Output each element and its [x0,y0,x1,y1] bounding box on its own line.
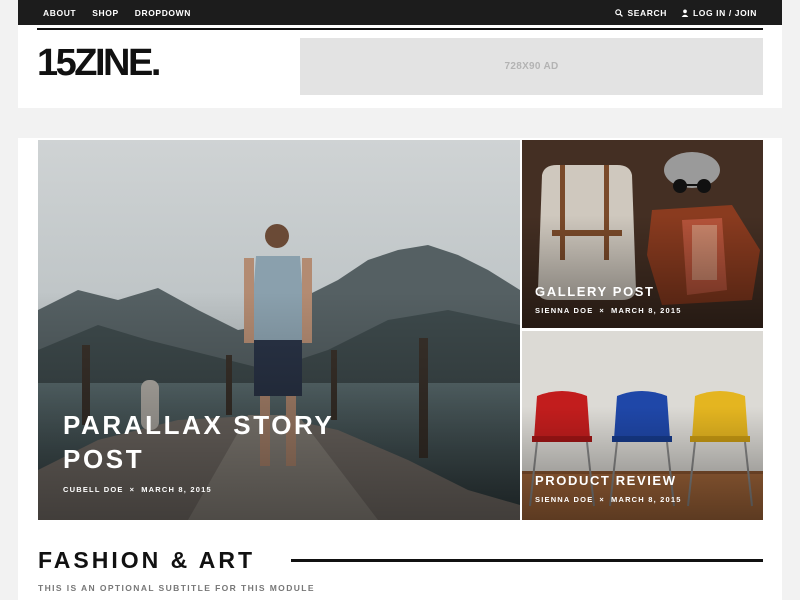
site-logo[interactable]: 15ZINE. [37,44,161,82]
image-overlay [522,331,763,520]
nav-link-shop[interactable]: SHOP [92,8,119,18]
meta-separator: × [129,485,136,494]
post-author[interactable]: SIENNA DOE [535,495,593,504]
image-overlay [522,140,763,328]
search-link[interactable]: SEARCH [615,8,667,18]
top-navigation-bar: ABOUT SHOP DROPDOWN SEARCH LOG IN / JOIN [18,0,782,25]
secondary-nav: SEARCH LOG IN / JOIN [615,0,757,25]
featured-post-meta: CUBELL DOE × MARCH 8, 2015 [63,485,212,494]
content-area: PARALLAX STORY POST CUBELL DOE × MARCH 8… [18,138,782,600]
post-date: MARCH 8, 2015 [141,485,212,494]
post-date: MARCH 8, 2015 [611,306,682,315]
module-title-rule [291,559,763,562]
nav-link-about[interactable]: ABOUT [43,8,76,18]
module-title: FASHION & ART [38,547,256,573]
meta-separator: × [599,306,605,315]
login-join-link[interactable]: LOG IN / JOIN [681,8,757,18]
post-author[interactable]: SIENNA DOE [535,306,593,315]
search-icon [615,8,624,17]
gallery-post-title[interactable]: GALLERY POST [535,284,655,299]
primary-nav: ABOUT SHOP DROPDOWN [43,0,191,25]
post-date: MARCH 8, 2015 [611,495,682,504]
featured-post-title[interactable]: PARALLAX STORY POST [63,408,383,476]
review-post-title[interactable]: PRODUCT REVIEW [535,473,677,488]
header-top-rule [37,28,763,30]
post-author[interactable]: CUBELL DOE [63,485,124,494]
login-join-label: LOG IN / JOIN [692,7,757,18]
featured-post-review[interactable]: PRODUCT REVIEW SIENNA DOE × MARCH 8, 201… [522,331,763,520]
meta-separator: × [599,495,605,504]
module-subtitle: THIS IS AN OPTIONAL SUBTITLE FOR THIS MO… [38,583,315,593]
search-label: SEARCH [627,7,667,18]
ad-banner-placeholder[interactable]: 728X90 AD [300,38,763,95]
review-post-meta: SIENNA DOE × MARCH 8, 2015 [535,495,682,504]
featured-post-gallery[interactable]: GALLERY POST SIENNA DOE × MARCH 8, 2015 [522,140,763,328]
gallery-post-meta: SIENNA DOE × MARCH 8, 2015 [535,306,682,315]
user-icon [681,9,689,17]
nav-link-dropdown[interactable]: DROPDOWN [135,8,191,18]
featured-post-main[interactable]: PARALLAX STORY POST CUBELL DOE × MARCH 8… [38,140,520,520]
site-header: 15ZINE. 728X90 AD [18,25,782,108]
